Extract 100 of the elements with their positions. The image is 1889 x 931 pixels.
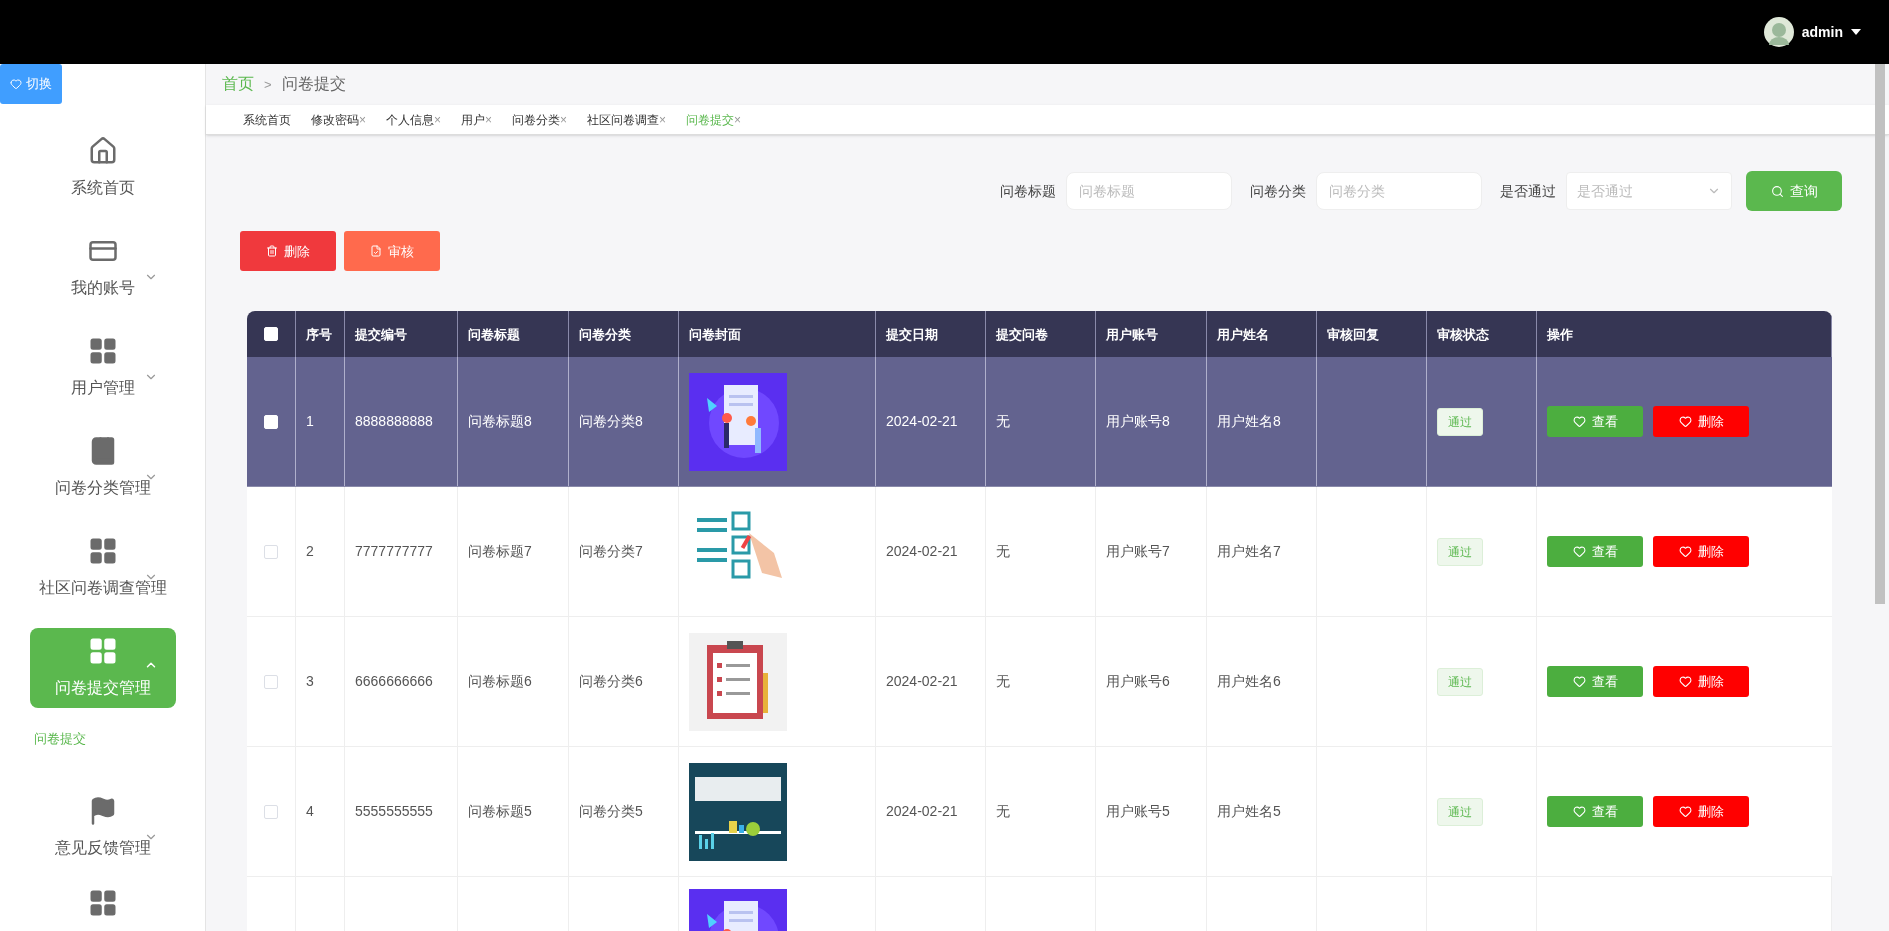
table-cell-text: 2024-02-21 [886, 802, 958, 822]
status-tag: 通过 [1437, 407, 1483, 436]
heart-icon [1678, 675, 1692, 689]
page-tab[interactable]: 个人信息× [386, 110, 442, 129]
heart-icon [1572, 415, 1586, 429]
table-cell-text: 1 [306, 412, 314, 432]
table-cell-text: 问卷标题8 [468, 412, 532, 432]
table-row[interactable]: 4 5555555555 问卷标题5 问卷分类5 2024-02-21 无 用户账号5 用户姓名5 通过 查看 删除 [247, 747, 1832, 878]
search-field[interactable]: 问卷分类 [1316, 172, 1482, 211]
scrollbar[interactable] [1875, 64, 1885, 604]
user-name[interactable]: admin [1801, 21, 1843, 43]
search-field[interactable]: 问卷标题 [1066, 172, 1232, 211]
page-tab[interactable]: 社区问卷调查× [587, 110, 667, 129]
menu-label: 用户管理 [70, 378, 135, 398]
breadcrumb-item: 问卷提交 [281, 74, 346, 95]
field-label: 问卷标题 [1000, 181, 1056, 201]
trash-icon [266, 245, 278, 258]
table-cell-text: 3 [306, 672, 314, 692]
delete-button[interactable]: 删除 [1653, 666, 1749, 698]
table-cell-text: 无 [996, 672, 1010, 692]
table-cell-text: 用户账号5 [1106, 802, 1170, 822]
menu-label: 我的账号 [70, 278, 135, 298]
table-cell-text: 用户姓名6 [1217, 672, 1281, 692]
switch-button[interactable]: 切换 [0, 64, 62, 104]
breadcrumb-separator: > [264, 75, 272, 94]
table-row[interactable]: 2 7777777777 问卷标题7 问卷分类7 2024-02-21 无 用户账号7 用户姓名7 通过 查看 删除 [247, 487, 1832, 618]
table-cell-text: 7777777777 [355, 542, 433, 562]
table-cell-text: 问卷分类8 [579, 412, 643, 432]
view-button[interactable]: 查看 [1547, 796, 1643, 828]
table-cell-text: 问卷标题6 [468, 672, 532, 692]
view-button[interactable]: 查看 [1547, 666, 1643, 698]
table-cell-text: 4 [306, 802, 314, 822]
heart-icon [1572, 805, 1586, 819]
heart-icon [1678, 545, 1692, 559]
submenu-item[interactable]: 问卷提交 [34, 724, 184, 754]
close-icon[interactable]: × [434, 110, 442, 129]
page-tab[interactable]: 问卷分类× [512, 110, 568, 129]
table-cell-text: 2024-02-21 [886, 672, 958, 692]
home-icon [87, 136, 118, 166]
row-checkbox[interactable] [264, 804, 278, 819]
table-cell-text: 2 [306, 542, 314, 562]
page-tab[interactable]: 系统首页 [243, 110, 291, 129]
table-cell-text: 2024-02-21 [886, 542, 958, 562]
delete-button[interactable]: 删除 [1653, 406, 1749, 438]
menu-label: 问卷提交管理 [54, 678, 151, 698]
table-cell-text: 无 [996, 412, 1010, 432]
search-icon [1770, 184, 1784, 198]
table-row[interactable]: 3 6666666666 问卷标题6 问卷分类6 2024-02-21 无 用户账号6 用户姓名6 通过 查看 删除 [247, 617, 1832, 748]
table-cell-text: 问卷标题7 [468, 542, 532, 562]
status-tag: 通过 [1437, 797, 1483, 826]
table-cell-text: 用户姓名8 [1217, 412, 1281, 432]
document-icon [370, 245, 382, 258]
table-cell-text: 无 [996, 542, 1010, 562]
close-icon[interactable]: × [734, 110, 742, 129]
table-cell-text: 用户姓名7 [1217, 542, 1281, 562]
menu-item[interactable]: 问卷提交管理 [29, 628, 176, 708]
heart-icon [1678, 415, 1692, 429]
heart-icon [10, 78, 22, 90]
caret-icon[interactable] [1851, 29, 1861, 35]
close-icon[interactable]: × [560, 110, 568, 129]
menu-label: 社区问卷调查管理 [38, 578, 167, 598]
table-cell-text: 问卷标题5 [468, 802, 532, 822]
view-button[interactable]: 查看 [1547, 406, 1643, 438]
heart-icon [1572, 675, 1586, 689]
delete-button[interactable]: 删除 [240, 231, 336, 272]
table-cell-text: 2024-02-21 [886, 412, 958, 432]
field-label: 问卷分类 [1250, 181, 1306, 201]
close-icon[interactable]: × [485, 110, 493, 129]
menu-label: 系统首页 [70, 178, 135, 198]
status-tag: 通过 [1437, 537, 1483, 566]
close-icon[interactable]: × [659, 110, 667, 129]
avatar-icon[interactable] [1763, 17, 1794, 47]
row-checkbox[interactable] [264, 674, 278, 689]
heart-icon [1572, 545, 1586, 559]
table-cell-text: 无 [996, 802, 1010, 822]
search-button[interactable]: 查询 [1746, 171, 1842, 212]
row-checkbox[interactable] [264, 544, 278, 559]
table-cell-text: 8888888888 [355, 412, 433, 432]
menu-label: 问卷分类管理 [54, 478, 151, 498]
close-icon[interactable]: × [359, 110, 366, 129]
review-button[interactable]: 审核 [344, 231, 440, 272]
table-cell-text: 5555555555 [355, 802, 433, 822]
page-tab[interactable]: 用户× [461, 110, 493, 129]
table-cell-text: 用户账号7 [1106, 542, 1170, 562]
table-cell-text: 问卷分类6 [579, 672, 643, 692]
menu-label: 意见反馈管理 [54, 838, 151, 858]
page-tab[interactable]: 问卷提交× [686, 110, 742, 129]
delete-button[interactable]: 删除 [1653, 796, 1749, 828]
field-label: 是否通过 [1500, 181, 1556, 201]
table-cell-text: 问卷分类5 [579, 802, 643, 822]
table-cell-text: 6666666666 [355, 672, 433, 692]
status-tag: 通过 [1437, 667, 1483, 696]
heart-icon [1678, 805, 1692, 819]
delete-button[interactable]: 删除 [1653, 536, 1749, 568]
page-tab[interactable]: 修改密码× [311, 110, 366, 129]
table-cell-text: 用户姓名5 [1217, 802, 1281, 822]
view-button[interactable]: 查看 [1547, 536, 1643, 568]
table-cell-text: 问卷分类7 [579, 542, 643, 562]
breadcrumb-item[interactable]: 首页 [222, 72, 254, 97]
table-row[interactable]: 1 8888888888 问卷标题8 问卷分类8 2024-02-21 无 用户账号8 用户姓名8 通过 查看 删除 [247, 357, 1832, 488]
